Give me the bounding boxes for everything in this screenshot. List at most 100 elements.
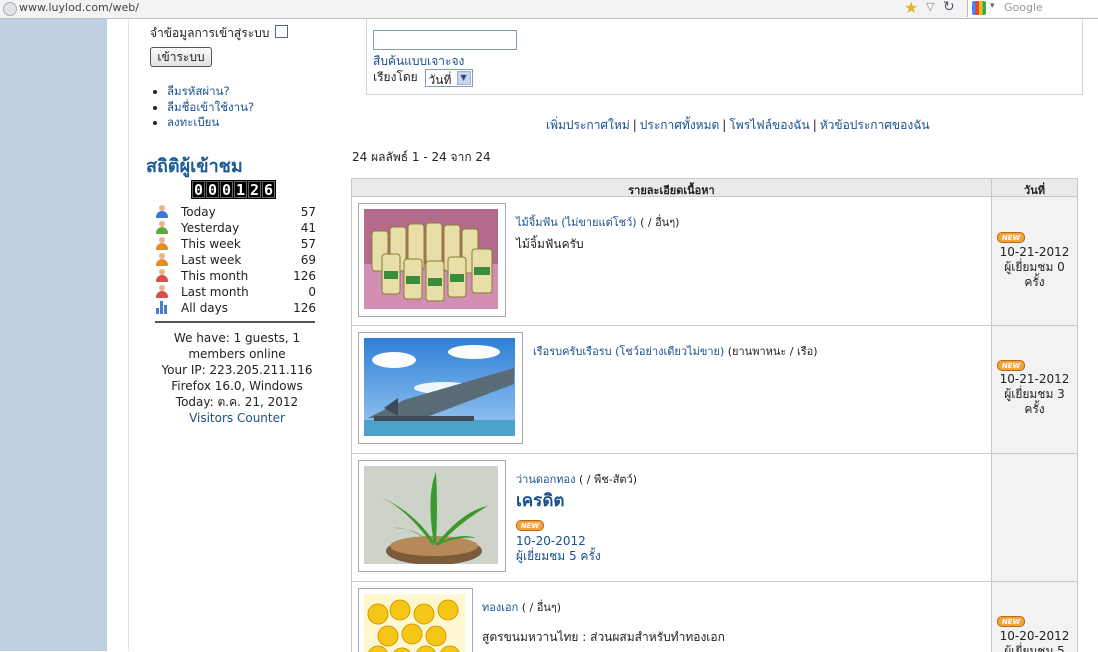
plant-photo bbox=[364, 466, 498, 564]
remember-me: จำข้อมูลการเข้าสู่ระบบ bbox=[150, 24, 289, 43]
user-icon-green bbox=[155, 221, 169, 234]
counter-digit: 0 bbox=[206, 181, 219, 199]
login-button[interactable]: เข้าระบบ bbox=[150, 47, 212, 67]
sort-control: เรียงโดย วันที่ ▼ bbox=[373, 68, 473, 87]
stat-row-all-days: All days 126 bbox=[155, 300, 317, 316]
add-listing-link[interactable]: เพิ่มประกาศใหม่ bbox=[546, 118, 630, 132]
user-icon-red bbox=[155, 269, 169, 282]
table-row: ไม้จิ้มฟัน (ไม่ขายแต่โชว์) ( / อื่นๆ) ไม… bbox=[352, 197, 1077, 326]
listing-date-info: 10-20-2012 ผู้เยี่ยมชม 5 ครั้ง bbox=[516, 534, 601, 564]
new-badge: NEW bbox=[997, 232, 1025, 243]
visitor-stats-table: Today 57 Yesterday 41 This week 57 Last … bbox=[155, 204, 317, 316]
sort-select[interactable]: วันที่ ▼ bbox=[424, 68, 473, 87]
today-date-text: Today: ต.ค. 21, 2012 bbox=[175, 395, 299, 409]
site-favicon-icon bbox=[3, 2, 17, 16]
table-header: รายละเอียดเนื้อหา วันที่ bbox=[352, 179, 1077, 197]
counter-digit: 6 bbox=[262, 181, 275, 199]
stat-value: 57 bbox=[300, 205, 316, 219]
new-badge: NEW bbox=[997, 616, 1025, 627]
user-icon-blue bbox=[155, 205, 169, 218]
listing-category: ( / พืช-สัตว์) bbox=[575, 473, 638, 486]
remember-me-checkbox[interactable] bbox=[275, 25, 289, 38]
all-listings-link[interactable]: ประกาศทั้งหมด bbox=[640, 118, 720, 132]
listing-description: เครดิต bbox=[516, 491, 565, 511]
stat-label: This week bbox=[181, 237, 241, 251]
guests-online-text: We have: 1 guests, 1 bbox=[173, 331, 301, 345]
browser-toolbar: www.luylod.com/web/ ★ ▽ ↻ ▾ Google bbox=[0, 0, 1098, 19]
register-link[interactable]: ลงทะเบียน bbox=[167, 115, 219, 129]
listing-views-unit: ครั้ง bbox=[1024, 275, 1045, 289]
column-separator bbox=[991, 179, 992, 652]
bookmark-star-icon[interactable]: ★ bbox=[904, 0, 918, 17]
listing-thumbnail[interactable] bbox=[358, 332, 523, 444]
visitor-stats-title: สถิติผู้เข้าชม bbox=[146, 156, 243, 177]
listing-views-unit: ครั้ง bbox=[1024, 402, 1045, 416]
listing-date: 10-20-2012 bbox=[516, 534, 586, 548]
stat-value: 0 bbox=[308, 285, 316, 299]
classified-nav: เพิ่มประกาศใหม่ | ประกาศทั้งหมด | โพรไฟล์ของ… bbox=[546, 118, 930, 132]
google-logo-icon[interactable] bbox=[972, 1, 986, 15]
forgot-password-link[interactable]: ลืมรหัสผ่าน? bbox=[167, 84, 230, 98]
listing-category: ( / อื่นๆ) bbox=[518, 601, 562, 614]
my-profile-link[interactable]: โพรไฟล์ของฉัน bbox=[729, 118, 809, 132]
stat-row-this-week: This week 57 bbox=[155, 236, 317, 252]
search-engine-dropdown-icon[interactable]: ▾ bbox=[990, 1, 995, 11]
members-online-text: members online bbox=[188, 347, 286, 361]
listing-category: (ยานพาหนะ / เรือ) bbox=[724, 345, 818, 358]
counter-digit: 1 bbox=[234, 181, 247, 199]
search-input[interactable] bbox=[373, 30, 517, 50]
stat-value: 126 bbox=[293, 269, 316, 283]
stat-row-yesterday: Yesterday 41 bbox=[155, 220, 317, 236]
visitors-counter-link[interactable]: Visitors Counter bbox=[189, 411, 285, 425]
listing-thumbnail[interactable] bbox=[358, 588, 473, 652]
listing-views: ผู้เยี่ยมชม 3 bbox=[1004, 387, 1065, 401]
my-listings-link[interactable]: หัวข้อประกาศของฉัน bbox=[820, 118, 930, 132]
stat-label: Last week bbox=[181, 253, 242, 267]
new-badge: NEW bbox=[997, 360, 1025, 371]
table-row: ทองเอก ( / อื่นๆ) สูตรขนมหวานไทย : ส่วนผ… bbox=[352, 582, 1077, 652]
aircraft-carrier-photo bbox=[364, 338, 515, 436]
stat-label: This month bbox=[181, 269, 249, 283]
results-summary: 24 ผลลัพธ์ 1 - 24 จาก 24 bbox=[352, 150, 491, 164]
user-icon-orange bbox=[155, 253, 169, 266]
forgot-password-link-item: ลืมรหัสผ่าน? bbox=[167, 84, 254, 100]
counter-digit: 2 bbox=[248, 181, 261, 199]
listing-title-link[interactable]: ทองเอก bbox=[482, 601, 518, 614]
listing-title-line: ไม้จิ้มฟัน (ไม่ขายแต่โชว์) ( / อื่นๆ) bbox=[516, 213, 679, 231]
listings-table: รายละเอียดเนื้อหา วันที่ ไม้จิ้มฟัน (ไม่… bbox=[351, 178, 1078, 652]
stat-value: 69 bbox=[300, 253, 316, 267]
browser-info-text: Firefox 16.0, Windows bbox=[171, 379, 303, 393]
listing-title-link[interactable]: ว่านดอกทอง bbox=[516, 473, 576, 486]
listing-title-line: ว่านดอกทอง ( / พืช-สัตว์) bbox=[516, 470, 637, 488]
history-dropdown-icon[interactable]: ▽ bbox=[926, 0, 934, 13]
listing-views: ผู้เยี่ยมชม 0 bbox=[1004, 260, 1065, 274]
listing-date-info: 10-21-2012 ผู้เยี่ยมชม 3 ครั้ง bbox=[992, 372, 1077, 417]
forgot-username-link[interactable]: ลืมชื่อเข้าใช้งาน? bbox=[167, 100, 254, 114]
stat-row-this-month: This month 126 bbox=[155, 268, 317, 284]
browser-search-placeholder: Google bbox=[1004, 1, 1043, 14]
stat-row-today: Today 57 bbox=[155, 204, 317, 220]
listing-title-link[interactable]: ไม้จิ้มฟัน (ไม่ขายแต่โชว์) bbox=[516, 216, 637, 229]
address-bar[interactable]: www.luylod.com/web/ bbox=[19, 1, 139, 14]
reload-icon[interactable]: ↻ bbox=[943, 0, 955, 15]
sort-select-value: วันที่ bbox=[428, 72, 452, 87]
stat-value: 41 bbox=[300, 221, 316, 235]
table-row: เรือรบครับเรือรบ (โชว์อย่างเดียวไม่ขาย) … bbox=[352, 326, 1077, 454]
page-left-margin bbox=[0, 19, 107, 651]
chevron-down-icon[interactable]: ▼ bbox=[456, 70, 471, 85]
stat-label: All days bbox=[181, 301, 229, 315]
visitor-counter: 0 0 0 1 2 6 bbox=[191, 180, 276, 199]
listing-title-line: ทองเอก ( / อื่นๆ) bbox=[482, 598, 561, 616]
listing-date: 10-21-2012 bbox=[999, 245, 1070, 259]
forgot-username-link-item: ลืมชื่อเข้าใช้งาน? bbox=[167, 100, 254, 116]
column-divider bbox=[128, 19, 129, 651]
listing-title-link[interactable]: เรือรบครับเรือรบ (โชว์อย่างเดียวไม่ขาย) bbox=[533, 345, 724, 358]
stat-row-last-month: Last month 0 bbox=[155, 284, 317, 300]
listing-views: ผู้เยี่ยมชม 5 ครั้ง bbox=[516, 549, 601, 563]
listing-thumbnail[interactable] bbox=[358, 203, 506, 317]
listing-description: สูตรขนมหวานไทย : ส่วนผสมสำหรับทำทองเอก bbox=[482, 630, 725, 644]
listing-thumbnail[interactable] bbox=[358, 460, 506, 572]
stats-divider bbox=[155, 321, 315, 323]
user-icon-red bbox=[155, 285, 169, 298]
counter-digit: 0 bbox=[192, 181, 205, 199]
